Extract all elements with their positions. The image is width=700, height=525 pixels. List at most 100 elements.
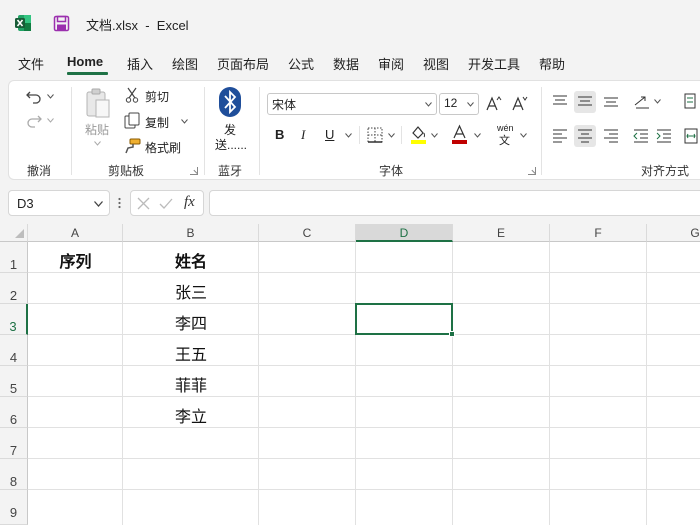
decrease-font-size-icon[interactable]: [512, 95, 528, 111]
save-icon[interactable]: [53, 15, 70, 32]
underline-dropdown-icon[interactable]: [345, 133, 352, 138]
orientation-dropdown-icon[interactable]: [654, 99, 661, 104]
paste-icon[interactable]: [85, 87, 111, 119]
active-cell-d3[interactable]: [355, 303, 455, 337]
cell-b4[interactable]: 王五: [123, 341, 259, 365]
row-header-6[interactable]: 6: [0, 397, 28, 428]
tab-developer[interactable]: 开发工具: [468, 54, 520, 73]
merge-center-icon[interactable]: [684, 128, 698, 144]
align-left-icon[interactable]: [552, 129, 568, 143]
insert-function-button[interactable]: fx: [184, 194, 195, 211]
group-separator: [541, 87, 542, 175]
copy-icon[interactable]: [124, 112, 140, 129]
column-header-g[interactable]: G: [647, 224, 700, 242]
cell-b5[interactable]: 菲菲: [123, 372, 259, 396]
row-header-2[interactable]: 2: [0, 273, 28, 304]
tab-view[interactable]: 视图: [423, 54, 449, 73]
bold-button[interactable]: B: [275, 127, 284, 142]
cell-b1[interactable]: 姓名: [123, 248, 259, 272]
increase-indent-icon[interactable]: [656, 129, 672, 143]
tab-help[interactable]: 帮助: [539, 54, 565, 73]
cut-label[interactable]: 剪切: [145, 88, 169, 105]
orientation-icon[interactable]: [633, 93, 651, 109]
decrease-indent-icon[interactable]: [633, 129, 649, 143]
ribbon: 撤消 粘贴 剪切 复制 格式刷 剪贴板 发 送...... 蓝牙 宋体 12 B…: [8, 80, 700, 180]
paste-label[interactable]: 粘贴: [85, 121, 109, 138]
cut-icon[interactable]: [125, 87, 139, 103]
row-header-3[interactable]: 3: [0, 304, 28, 335]
group-label-clipboard: 剪贴板: [108, 164, 145, 178]
row-header-1[interactable]: 1: [0, 242, 28, 273]
row-header-7[interactable]: 7: [0, 428, 28, 459]
column-header-d[interactable]: D: [356, 224, 453, 242]
font-size-value: 12: [444, 96, 458, 110]
align-right-icon[interactable]: [603, 129, 619, 143]
column-header-a[interactable]: A: [28, 224, 123, 242]
font-launcher-icon[interactable]: [528, 167, 536, 175]
wrap-text-icon[interactable]: [684, 93, 696, 109]
gridline: [355, 242, 356, 525]
tab-data[interactable]: 数据: [333, 54, 359, 73]
font-size-select[interactable]: 12: [439, 93, 479, 115]
worksheet-grid[interactable]: A B C D E F G 1 2 3 4 5 6 7 8 9 序列 姓名 张三…: [0, 224, 700, 525]
copy-dropdown-icon[interactable]: [181, 119, 188, 124]
underline-button[interactable]: U: [325, 127, 334, 142]
column-header-b[interactable]: B: [123, 224, 259, 242]
row-header-8[interactable]: 8: [0, 459, 28, 490]
formula-input[interactable]: [209, 190, 700, 216]
name-box-value: D3: [17, 196, 34, 211]
phonetic-dropdown-icon[interactable]: [520, 133, 527, 138]
more-options-icon[interactable]: [118, 197, 121, 209]
align-bottom-icon[interactable]: [603, 94, 619, 108]
enter-check-icon[interactable]: [159, 197, 173, 210]
clipboard-launcher-icon[interactable]: [190, 167, 198, 175]
chevron-down-icon: [467, 102, 474, 107]
gridline: [646, 242, 647, 525]
row-header-5[interactable]: 5: [0, 366, 28, 397]
format-painter-label[interactable]: 格式刷: [145, 139, 181, 156]
borders-dropdown-icon[interactable]: [388, 133, 395, 138]
font-color-dropdown-icon[interactable]: [474, 133, 481, 138]
cell-a1[interactable]: 序列: [28, 248, 123, 272]
row-header-4[interactable]: 4: [0, 335, 28, 366]
tab-home[interactable]: Home: [67, 54, 103, 69]
bluetooth-icon[interactable]: [219, 87, 241, 117]
increase-font-size-icon[interactable]: [486, 95, 502, 111]
cell-b6[interactable]: 李立: [123, 403, 259, 427]
tab-review[interactable]: 审阅: [378, 54, 404, 73]
redo-icon[interactable]: [25, 113, 43, 129]
column-header-f[interactable]: F: [550, 224, 647, 242]
tab-page-layout[interactable]: 页面布局: [217, 54, 269, 73]
column-header-c[interactable]: C: [259, 224, 356, 242]
font-name-value: 宋体: [272, 98, 297, 112]
select-all-corner[interactable]: [0, 224, 28, 242]
cell-b3[interactable]: 李四: [123, 310, 259, 334]
cell-b2[interactable]: 张三: [123, 279, 259, 303]
format-painter-icon[interactable]: [124, 138, 141, 154]
tab-insert[interactable]: 插入: [127, 54, 153, 73]
name-box[interactable]: D3: [8, 190, 110, 216]
cancel-icon[interactable]: [137, 197, 150, 210]
undo-icon[interactable]: [25, 89, 43, 105]
copy-label[interactable]: 复制: [145, 114, 169, 131]
italic-button[interactable]: I: [301, 127, 305, 143]
row-header-9[interactable]: 9: [0, 490, 28, 525]
paste-dropdown-icon[interactable]: [94, 141, 101, 146]
align-top-icon[interactable]: [552, 94, 568, 108]
font-name-select[interactable]: 宋体: [267, 93, 437, 115]
redo-dropdown-icon[interactable]: [47, 118, 54, 123]
phonetic-guide-char[interactable]: 文: [499, 132, 510, 148]
font-color-icon[interactable]: [451, 124, 468, 144]
select-all-triangle-icon: [15, 229, 24, 238]
formula-bar: D3 fx: [0, 184, 700, 224]
fill-color-icon[interactable]: [410, 124, 427, 144]
undo-dropdown-icon[interactable]: [47, 94, 54, 99]
tab-formulas[interactable]: 公式: [288, 54, 314, 73]
column-header-e[interactable]: E: [453, 224, 550, 242]
fill-handle[interactable]: [449, 331, 455, 337]
tab-file[interactable]: 文件: [18, 54, 44, 73]
borders-icon[interactable]: [367, 127, 383, 143]
bluetooth-send-label-line2[interactable]: 送......: [215, 136, 247, 153]
fill-color-dropdown-icon[interactable]: [431, 133, 438, 138]
tab-draw[interactable]: 绘图: [172, 54, 198, 73]
